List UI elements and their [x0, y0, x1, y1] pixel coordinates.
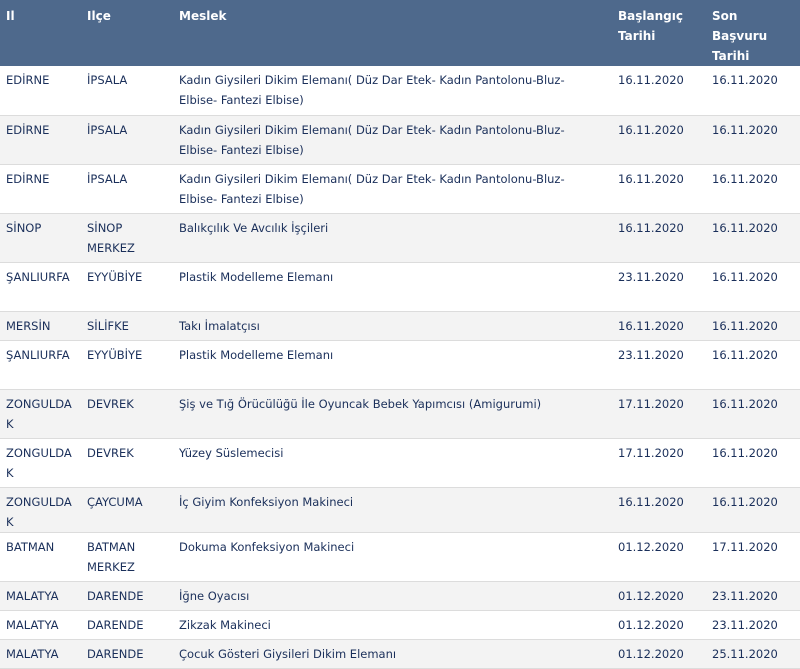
- cell-son-basvuru: 16.11.2020: [712, 220, 778, 235]
- cell-son-basvuru: 16.11.2020: [712, 171, 778, 186]
- cell-il: ŞANLIURFA: [6, 269, 70, 284]
- cell-baslangic: 16.11.2020: [618, 318, 684, 333]
- table-row: ZONGULDAK DEVREK Yüzey Süslemecisi 17.11…: [0, 438, 800, 487]
- cell-son-basvuru: 23.11.2020: [712, 617, 778, 632]
- cell-il: EDİRNE: [6, 73, 50, 87]
- cell-il: MALATYA: [6, 588, 59, 603]
- table-row: EDİRNE İPSALA Kadın Giysileri Dikim Elem…: [0, 66, 800, 115]
- cell-il: ŞANLIURFA: [6, 347, 70, 362]
- table-row: MALATYA DARENDE Çocuk Gösteri Giysileri …: [0, 639, 800, 668]
- cell-meslek: Kadın Giysileri Dikim Elemanı( Düz Dar E…: [179, 73, 565, 107]
- table-row: ŞANLIURFA EYYÜBİYE Plastik Modelleme Ele…: [0, 340, 800, 389]
- column-header-meslek[interactable]: Meslek: [173, 0, 612, 66]
- cell-ilce: DARENDE: [87, 646, 144, 661]
- cell-meslek: İğne Oyacısı: [179, 588, 250, 603]
- cell-baslangic: 16.11.2020: [618, 171, 684, 186]
- cell-meslek: Çocuk Gösteri Giysileri Dikim Elemanı: [179, 646, 397, 661]
- cell-baslangic: 16.11.2020: [618, 73, 684, 87]
- column-header-son-basvuru[interactable]: Son Başvuru Tarihi: [706, 0, 800, 66]
- cell-ilce: EYYÜBİYE: [87, 269, 143, 284]
- table-row: MERSİN SİLİFKE Takı İmalatçısı 16.11.202…: [0, 311, 800, 340]
- table-row: BATMAN BATMAN MERKEZ Dokuma Konfeksiyon …: [0, 532, 800, 581]
- cell-meslek: Kadın Giysileri Dikim Elemanı( Düz Dar E…: [179, 122, 565, 157]
- cell-meslek: Takı İmalatçısı: [179, 318, 260, 333]
- cell-baslangic: 01.12.2020: [618, 539, 684, 554]
- cell-baslangic: 23.11.2020: [618, 347, 684, 362]
- cell-baslangic: 23.11.2020: [618, 269, 684, 284]
- cell-il: MALATYA: [6, 617, 59, 632]
- table-row: MALATYA DARENDE İğne Oyacısı 01.12.2020 …: [0, 581, 800, 610]
- cell-il: SİNOP: [6, 220, 42, 235]
- cell-ilce: DARENDE: [87, 588, 144, 603]
- cell-ilce: BATMAN MERKEZ: [87, 539, 136, 574]
- cell-meslek: Zikzak Makineci: [179, 617, 271, 632]
- cell-il: EDİRNE: [6, 122, 50, 137]
- cell-baslangic: 16.11.2020: [618, 122, 684, 137]
- cell-il: MALATYA: [6, 646, 59, 661]
- course-table: Il Ilçe Meslek Başlangıç Tarihi Son Başv…: [0, 0, 800, 669]
- table-row: SİNOP SİNOP MERKEZ Balıkçılık Ve Avcılık…: [0, 213, 800, 262]
- cell-son-basvuru: 16.11.2020: [712, 494, 778, 509]
- cell-son-basvuru: 16.11.2020: [712, 396, 778, 411]
- table-body: EDİRNE İPSALA Kadın Giysileri Dikim Elem…: [0, 66, 800, 668]
- cell-baslangic: 01.12.2020: [618, 646, 684, 661]
- table-row: EDİRNE İPSALA Kadın Giysileri Dikim Elem…: [0, 115, 800, 164]
- cell-meslek: Dokuma Konfeksiyon Makineci: [179, 539, 355, 554]
- cell-il: MERSİN: [6, 318, 51, 333]
- cell-baslangic: 16.11.2020: [618, 494, 684, 509]
- cell-son-basvuru: 16.11.2020: [712, 73, 778, 87]
- cell-ilce: İPSALA: [87, 73, 128, 87]
- cell-baslangic: 17.11.2020: [618, 396, 684, 411]
- cell-son-basvuru: 16.11.2020: [712, 318, 778, 333]
- cell-il: ZONGULDAK: [6, 396, 72, 431]
- cell-ilce: DEVREK: [87, 445, 134, 460]
- cell-baslangic: 17.11.2020: [618, 445, 684, 460]
- cell-son-basvuru: 23.11.2020: [712, 588, 778, 603]
- cell-baslangic: 16.11.2020: [618, 220, 684, 235]
- table-row: ZONGULDAK ÇAYCUMA İç Giyim Konfeksiyon M…: [0, 487, 800, 532]
- cell-meslek: Şiş ve Tığ Örücülüğü İle Oyuncak Bebek Y…: [179, 396, 542, 411]
- cell-son-basvuru: 17.11.2020: [712, 539, 778, 554]
- cell-il: ZONGULDAK: [6, 445, 72, 480]
- cell-meslek: İç Giyim Konfeksiyon Makineci: [179, 494, 354, 509]
- column-header-baslangic[interactable]: Başlangıç Tarihi: [612, 0, 706, 66]
- cell-il: ZONGULDAK: [6, 494, 72, 529]
- header-row: Il Ilçe Meslek Başlangıç Tarihi Son Başv…: [0, 0, 800, 66]
- cell-baslangic: 01.12.2020: [618, 617, 684, 632]
- cell-meslek: Plastik Modelleme Elemanı: [179, 269, 334, 284]
- cell-son-basvuru: 16.11.2020: [712, 347, 778, 362]
- cell-baslangic: 01.12.2020: [618, 588, 684, 603]
- column-header-il[interactable]: Il: [0, 0, 81, 66]
- cell-ilce: DARENDE: [87, 617, 144, 632]
- table-row: ŞANLIURFA EYYÜBİYE Plastik Modelleme Ele…: [0, 262, 800, 311]
- cell-son-basvuru: 16.11.2020: [712, 445, 778, 460]
- table-row: ZONGULDAK DEVREK Şiş ve Tığ Örücülüğü İl…: [0, 389, 800, 438]
- cell-son-basvuru: 25.11.2020: [712, 646, 778, 661]
- cell-ilce: İPSALA: [87, 171, 128, 186]
- cell-ilce: SİLİFKE: [87, 318, 129, 333]
- cell-ilce: ÇAYCUMA: [87, 494, 143, 509]
- table-row: MALATYA DARENDE Zikzak Makineci 01.12.20…: [0, 610, 800, 639]
- cell-ilce: EYYÜBİYE: [87, 347, 143, 362]
- cell-ilce: DEVREK: [87, 396, 134, 411]
- column-header-ilce[interactable]: Ilçe: [81, 0, 173, 66]
- cell-son-basvuru: 16.11.2020: [712, 269, 778, 284]
- cell-meslek: Yüzey Süslemecisi: [179, 445, 284, 460]
- cell-meslek: Balıkçılık Ve Avcılık İşçileri: [179, 220, 329, 235]
- cell-son-basvuru: 16.11.2020: [712, 122, 778, 137]
- cell-ilce: İPSALA: [87, 122, 128, 137]
- table-row: EDİRNE İPSALA Kadın Giysileri Dikim Elem…: [0, 164, 800, 213]
- cell-meslek: Kadın Giysileri Dikim Elemanı( Düz Dar E…: [179, 171, 565, 206]
- table-header: Il Ilçe Meslek Başlangıç Tarihi Son Başv…: [0, 0, 800, 66]
- cell-il: EDİRNE: [6, 171, 50, 186]
- cell-il: BATMAN: [6, 539, 55, 554]
- cell-ilce: SİNOP MERKEZ: [87, 220, 135, 255]
- cell-meslek: Plastik Modelleme Elemanı: [179, 347, 334, 362]
